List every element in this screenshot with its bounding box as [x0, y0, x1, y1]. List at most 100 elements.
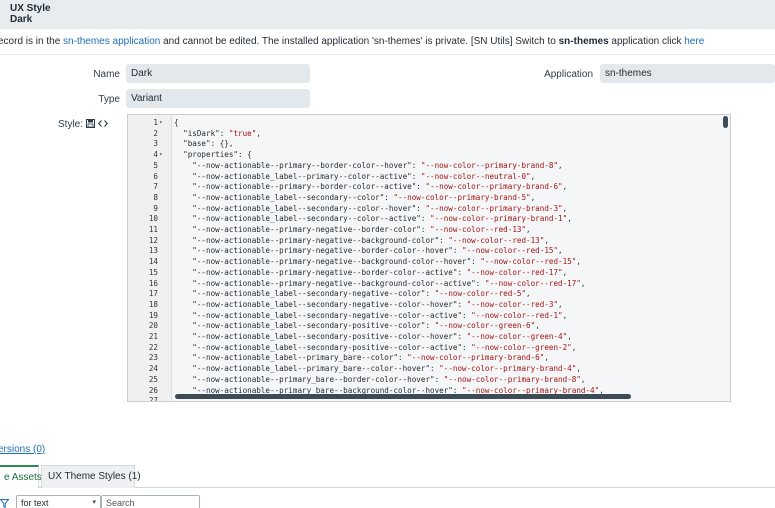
code-content[interactable]: { "isDark": "true", "base": {}, "propert… [174, 115, 722, 401]
code-string-value: "--now-color--green-6" [434, 321, 536, 331]
code-string-value: "--now-color--red-1" [471, 310, 563, 320]
code-line: "base": {}, [174, 139, 233, 150]
style-label: Style: [58, 119, 84, 130]
save-icon[interactable] [86, 119, 96, 130]
code-line: "--now-actionable_label--secondary-negat… [174, 299, 562, 311]
code-key: "--now-actionable--primary--border-color… [174, 160, 421, 170]
code-string-value: "--now-color--red-17" [484, 278, 581, 288]
fold-chevron-icon[interactable]: ▾ [159, 118, 163, 129]
line-number: 17 [148, 289, 158, 299]
versions-link[interactable]: ersions (0) [0, 444, 45, 455]
line-number: 12 [148, 235, 158, 245]
code-key: "--now-actionable_label--primary_bare--c… [174, 364, 440, 374]
filter-icon[interactable] [0, 499, 10, 508]
code-string-value: "--now-color--primary-brand-6" [407, 353, 545, 363]
code-string-value: "--now-color--primary-brand-6" [425, 182, 563, 192]
line-number: 1 [153, 118, 158, 127]
line-number: 4 [153, 150, 158, 160]
notice-text-2: and cannot be edited. The installed appl… [160, 36, 559, 47]
code-punctuation: , [576, 364, 581, 374]
code-line: "--now-actionable--primary-negative--bac… [174, 257, 581, 268]
line-number: 13 [148, 246, 158, 256]
code-key: "--now-actionable_label--secondary--colo… [174, 203, 426, 213]
code-key: "--now-actionable_label--primary--color-… [174, 171, 421, 181]
code-line: "properties": { [174, 150, 252, 161]
name-label: Name [93, 69, 120, 80]
line-number: 7 [153, 182, 158, 192]
code-punctuation: , [562, 267, 568, 277]
code-string-value: "--now-color--red-3" [466, 299, 559, 309]
code-string-value: "--now-color--primary-brand-8" [443, 374, 581, 384]
code-line: "--now-actionable_label--secondary-posit… [174, 332, 572, 343]
code-key: "--now-actionable--primary-negative--bac… [174, 235, 449, 245]
line-number: 2 [153, 128, 158, 138]
code-line: "--now-actionable--primary_bare--border-… [174, 375, 585, 386]
style-label-group: Style: [58, 119, 108, 130]
code-punctuation: , [530, 192, 536, 202]
code-line: "--now-actionable_label--primary--color-… [174, 172, 535, 183]
fold-chevron-icon[interactable]: ▾ [159, 150, 163, 161]
horizontal-scrollbar[interactable] [175, 394, 631, 399]
code-key: "--now-actionable_label--secondary--colo… [174, 192, 394, 202]
code-line: "--now-actionable_label--primary_bare--c… [174, 364, 581, 375]
code-punctuation: , [562, 310, 568, 320]
line-number: 3 [153, 139, 158, 149]
application-label: Application [544, 69, 593, 80]
code-editor[interactable]: 1 ▾ 2 3 4 ▾ 5 6 7 8 9 10 11 12 13 14 15 16 17 18 19 20 21 22 23 2… [127, 114, 731, 402]
code-icon[interactable] [98, 119, 108, 130]
code-punctuation: , [562, 203, 568, 213]
chevron-down-icon: ▾ [92, 499, 96, 506]
code-line: "--now-actionable_label--secondary-posit… [174, 321, 540, 332]
code-key: "--now-actionable--primary--border-color… [174, 182, 426, 192]
notice-text-1: ecord is in the [0, 36, 64, 47]
line-number: 8 [153, 192, 158, 202]
code-key: "--now-actionable_label--secondary-posit… [174, 332, 467, 341]
code-line: "--now-actionable_label--secondary-negat… [174, 311, 567, 322]
notice-text-3: application click [608, 36, 685, 47]
filter-field-select[interactable]: for text ▾ [16, 495, 101, 508]
line-number: 21 [148, 332, 158, 341]
code-line: "--now-actionable--primary--border-color… [174, 182, 567, 193]
code-string-value: "--now-color--primary-brand-3" [425, 203, 563, 213]
code-key: "--now-actionable--primary-negative--bac… [174, 257, 481, 267]
name-field[interactable]: Dark [126, 64, 310, 83]
vertical-scrollbar[interactable] [723, 116, 728, 128]
line-number-gutter: 1 ▾ 2 3 4 ▾ 5 6 7 8 9 10 11 12 13 14 15 16 17 18 19 20 21 22 23 2… [128, 115, 172, 401]
code-punctuation: , [544, 235, 549, 245]
code-punctuation: , [562, 182, 568, 192]
code-key: "--now-actionable_label--secondary-negat… [174, 310, 472, 320]
code-punctuation: , [544, 353, 549, 363]
notice-app-name: sn-themes [558, 36, 609, 47]
line-number: 11 [148, 225, 158, 234]
code-key: "--now-actionable_label--secondary-negat… [174, 299, 467, 309]
line-number: 27 [148, 396, 158, 402]
application-link[interactable]: sn-themes application [63, 36, 160, 47]
type-label: Type [98, 94, 120, 105]
code-key: "--now-actionable--primary_bare--border-… [174, 374, 444, 384]
application-field[interactable]: sn-themes [600, 64, 775, 83]
code-key: "--now-actionable--primary-negative--bor… [174, 267, 467, 277]
record-name: Dark [10, 14, 33, 25]
code-punctuation: , [535, 321, 540, 331]
code-line: "--now-actionable_label--secondary--colo… [174, 193, 535, 204]
code-punctuation: , [558, 246, 563, 256]
code-key: "--now-actionable--primary-negative--bac… [174, 278, 485, 288]
code-string-value: "--now-color--green-4" [466, 332, 568, 341]
code-key: "--now-actionable_label--secondary-negat… [174, 289, 435, 299]
code-punctuation: , [580, 374, 586, 384]
code-key: "--now-actionable_label--primary_bare--c… [174, 353, 408, 363]
search-input[interactable]: Search [101, 495, 200, 508]
code-key: { [174, 118, 179, 127]
switch-here-link[interactable]: here [684, 36, 704, 47]
code-key: "isDark": [174, 128, 229, 138]
tab-assets[interactable]: e Assets [0, 465, 42, 488]
code-string-value: "--now-color--primary-brand-1" [430, 214, 568, 224]
code-key: "properties": { [174, 150, 252, 160]
code-string-value: "--now-color--neutral-0" [420, 171, 531, 181]
tab-ux-theme-styles[interactable]: UX Theme Styles (1) [41, 465, 141, 488]
record-header: UX Style Dark [0, 0, 775, 29]
code-line: "--now-actionable--primary-negative--bor… [174, 268, 567, 279]
type-field[interactable]: Variant [126, 89, 310, 108]
line-number: 6 [153, 171, 158, 181]
code-punctuation: , [256, 128, 261, 138]
